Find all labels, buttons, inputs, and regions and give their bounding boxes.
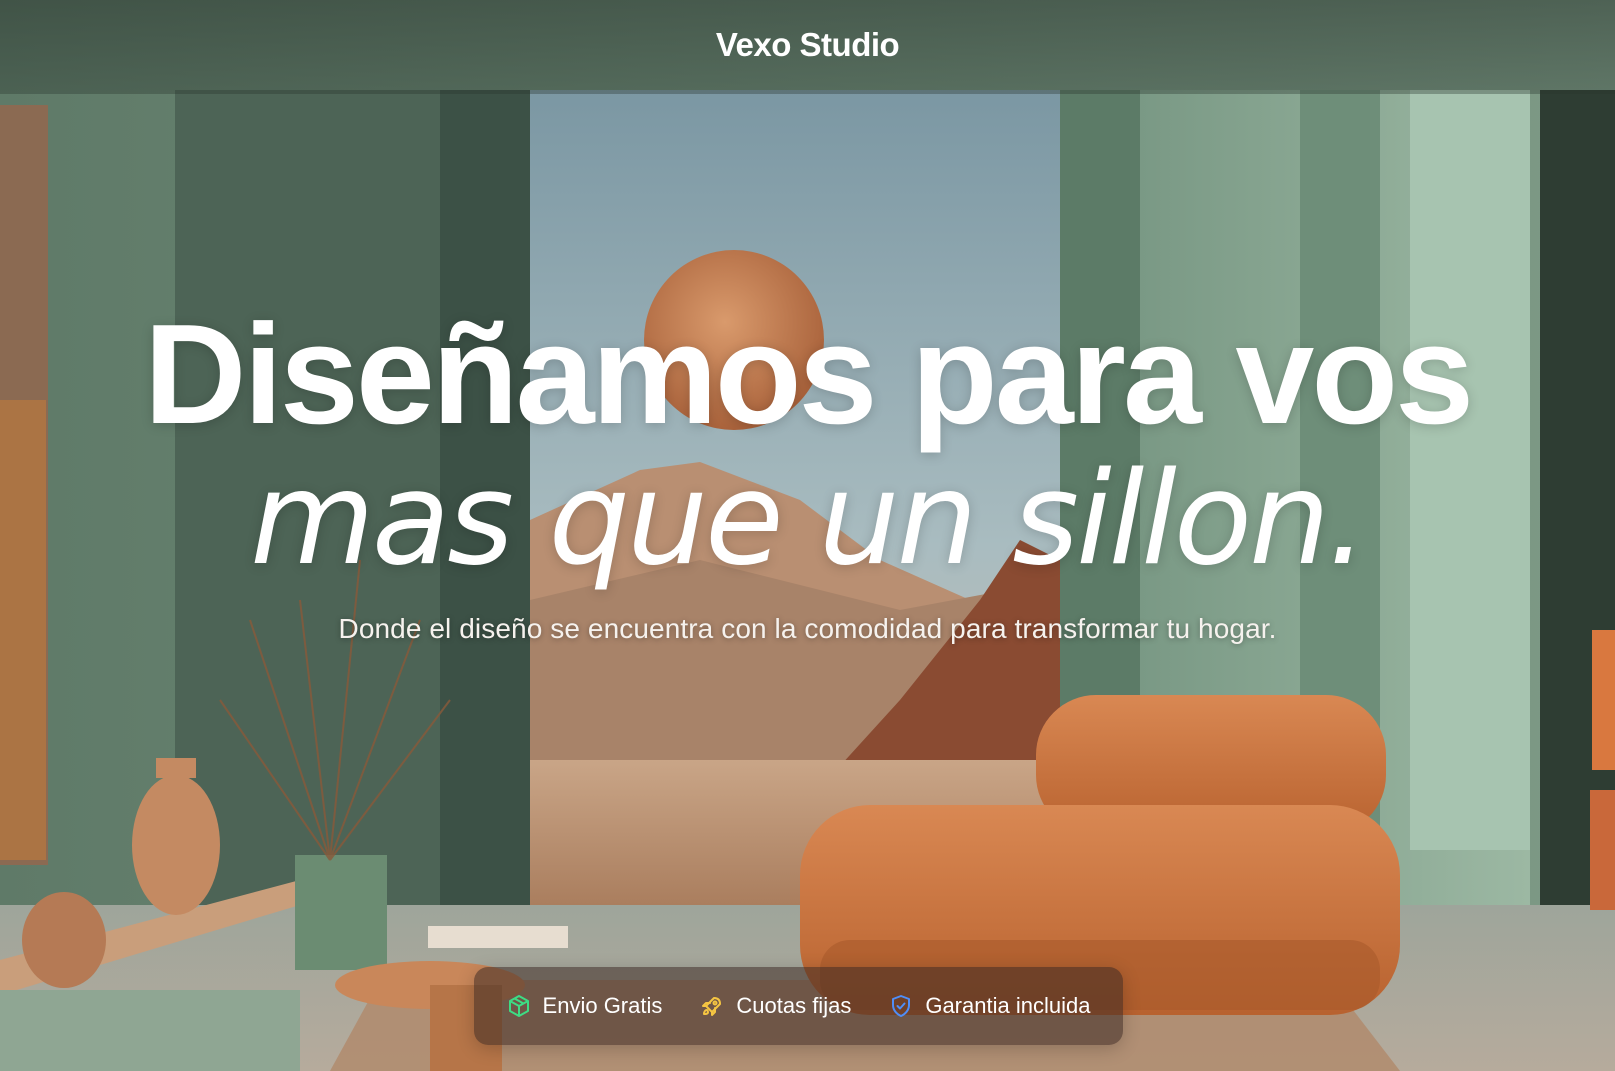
package-icon bbox=[507, 994, 531, 1018]
hero-subtitle: Donde el diseño se encuentra con la como… bbox=[338, 613, 1277, 644]
hero-section: Diseñamos para vos mas que un sillon. Do… bbox=[0, 300, 1615, 646]
feature-fixed-installments: Cuotas fijas bbox=[700, 993, 851, 1019]
rocket-icon bbox=[700, 994, 724, 1018]
landing-page: Vexo Studio Diseñamos para vos mas que u… bbox=[0, 0, 1615, 1071]
hero-headline-italic: mas que un sillon. bbox=[250, 445, 1368, 594]
feature-label: Cuotas fijas bbox=[736, 993, 852, 1018]
site-header: Vexo Studio bbox=[0, 0, 1615, 94]
feature-free-shipping: Envio Gratis bbox=[507, 993, 663, 1019]
feature-label: Garantia incluida bbox=[925, 993, 1091, 1018]
features-bar: Envio Gratis Cuotas fijas Garantia inclu… bbox=[474, 967, 1123, 1045]
brand-logo-link[interactable]: Vexo Studio bbox=[716, 26, 900, 64]
hero-headline: Diseñamos para vos bbox=[143, 295, 1474, 454]
feature-warranty: Garantia incluida bbox=[889, 993, 1090, 1019]
feature-label: Envio Gratis bbox=[542, 993, 663, 1018]
shield-check-icon bbox=[889, 994, 913, 1018]
